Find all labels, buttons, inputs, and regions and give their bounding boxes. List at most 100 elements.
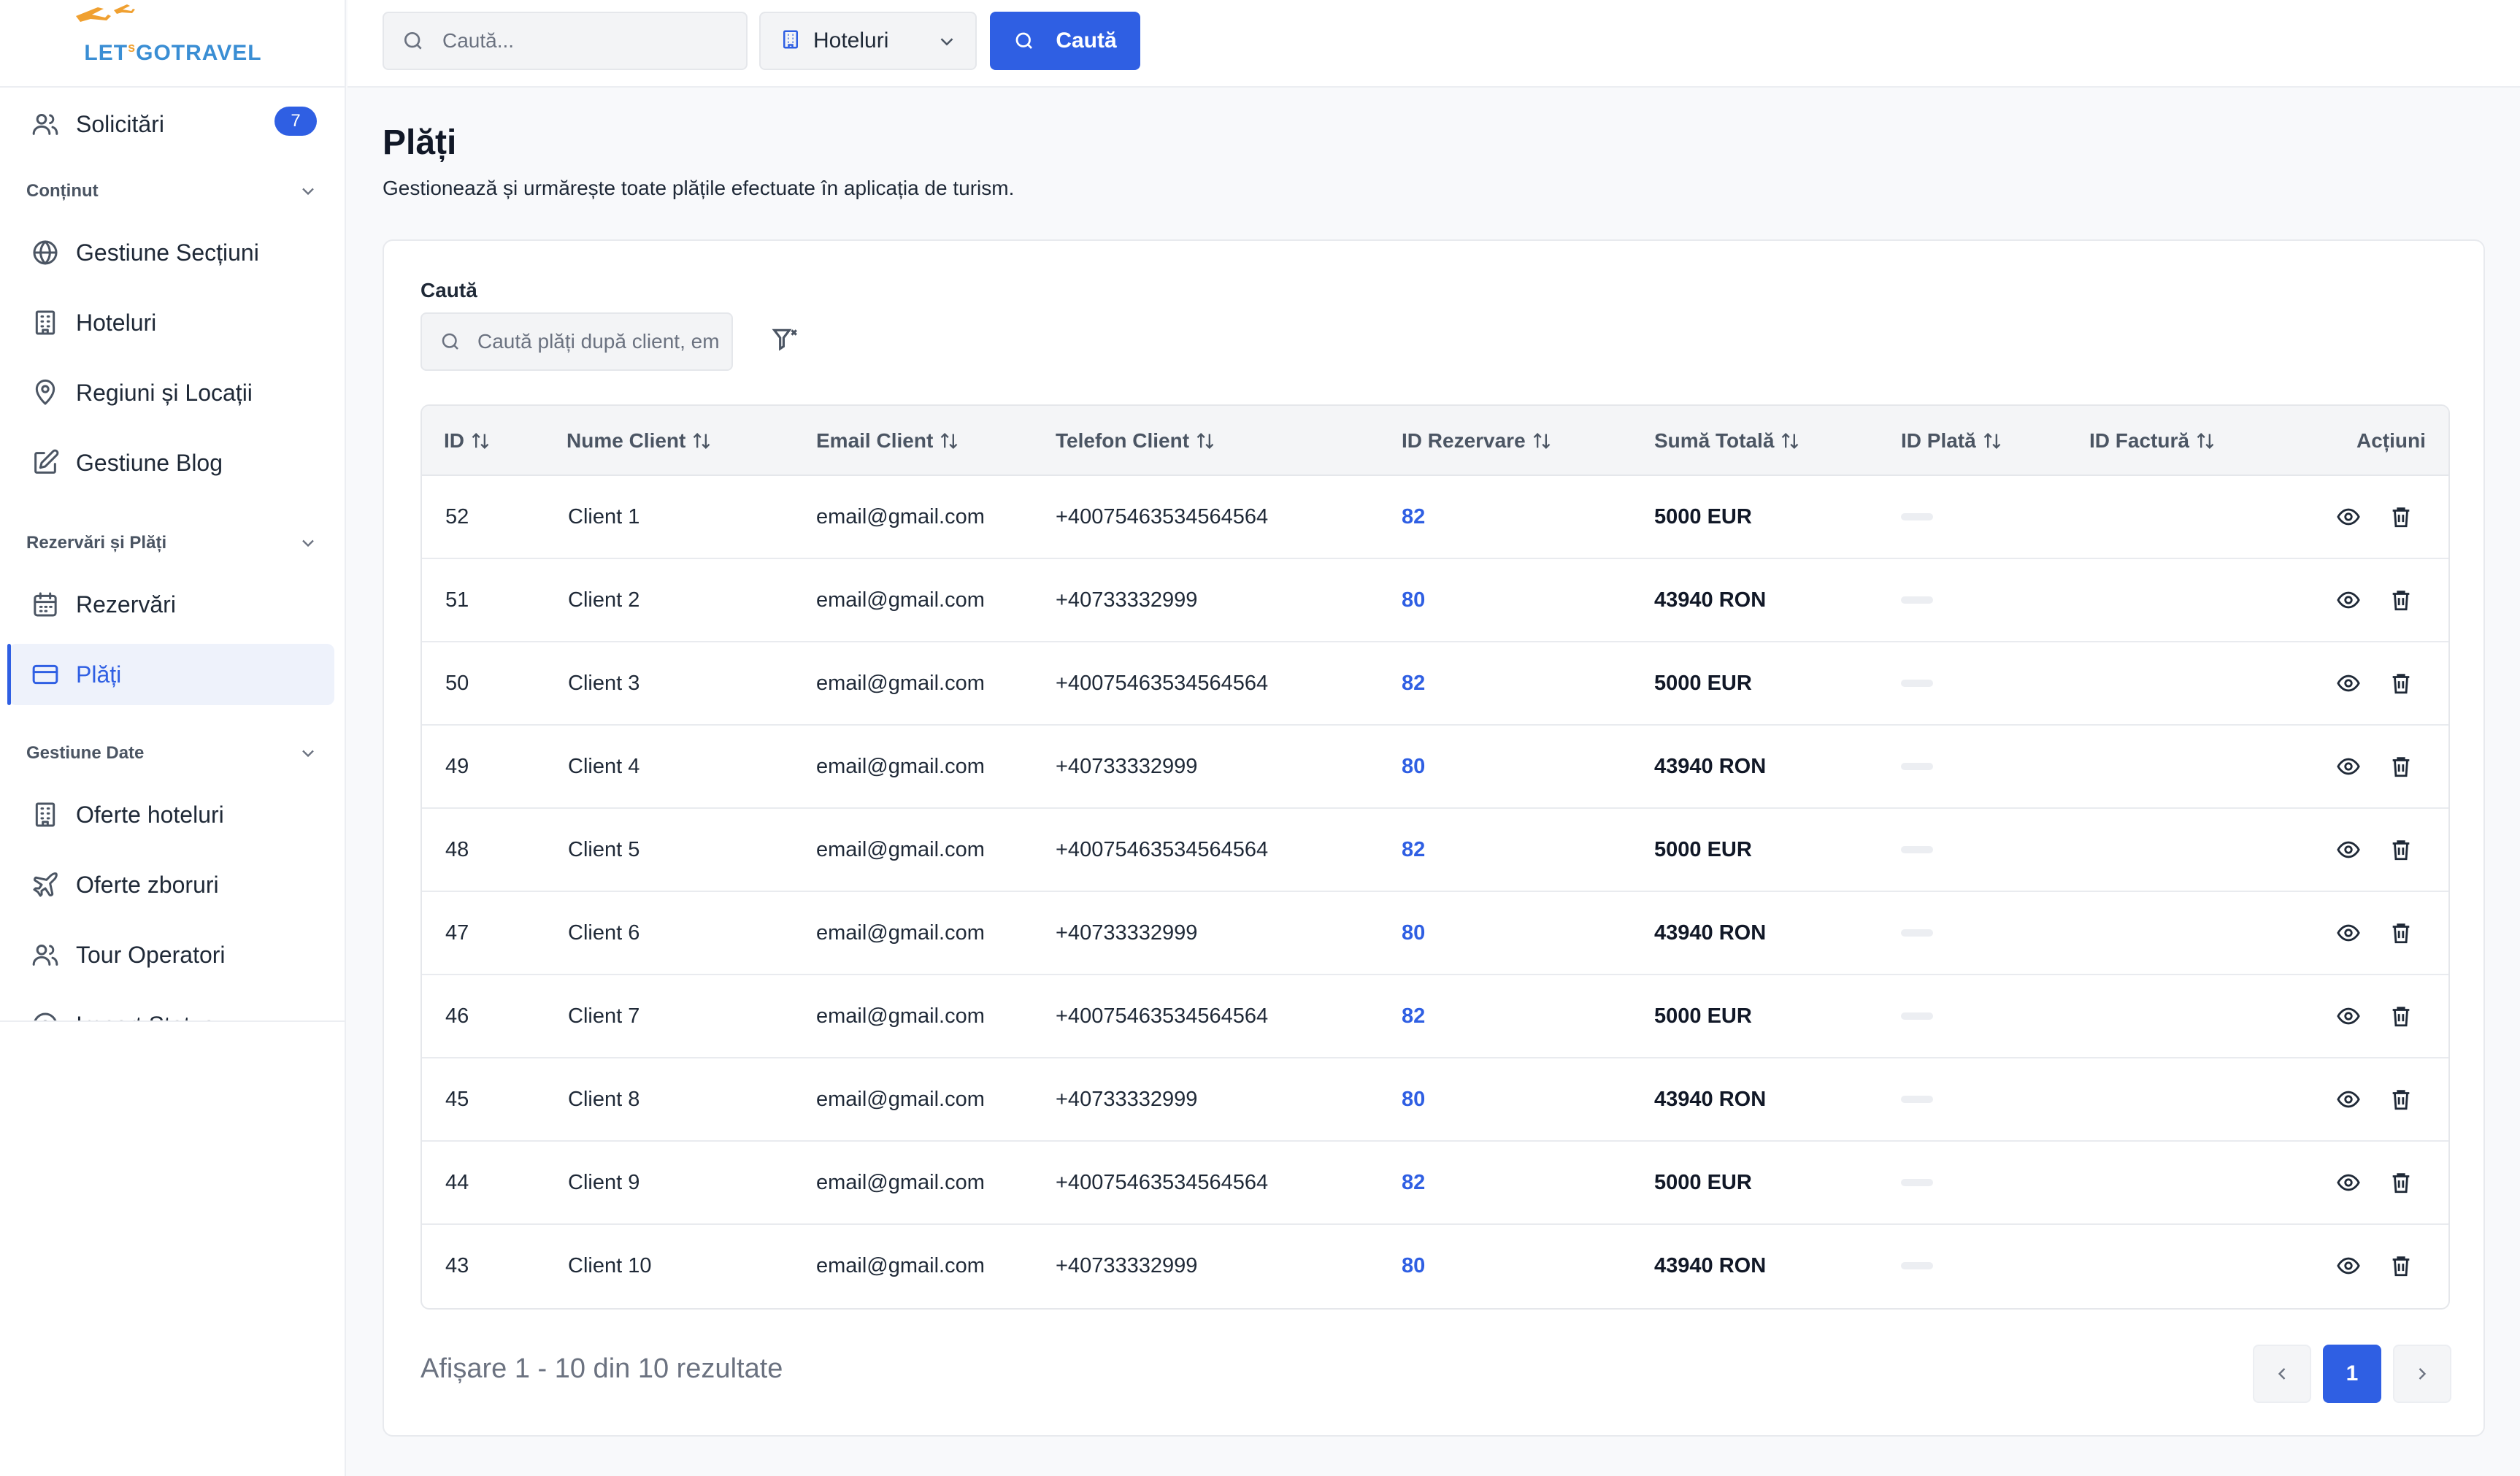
delete-button[interactable] [2389,1058,2413,1140]
search-button[interactable]: Caută [990,12,1140,70]
cell-email: email@gmail.com [816,1004,985,1028]
cell-plata [1901,892,1933,974]
column-header-telefon[interactable]: Telefon Client [1056,406,1215,476]
sidebar-item-plati[interactable]: Plăți [7,644,334,705]
delete-button[interactable] [2389,726,2413,807]
cell-rezervare-link[interactable]: 80 [1402,559,1425,641]
delete-button[interactable] [2389,809,2413,891]
cell-rezervare-link[interactable]: 82 [1402,642,1425,724]
sidebar-item-hoteluri[interactable]: Hoteluri [9,292,334,353]
cell-rezervare-link[interactable]: 80 [1402,726,1425,807]
nav-group-label: Rezervări și Plăți [26,533,167,553]
sidebar-item-solicitari[interactable]: Solicitări 7 [9,93,334,155]
cell-rezervare-link[interactable]: 82 [1402,1142,1425,1223]
global-search-field[interactable] [383,12,748,70]
previous-page-button[interactable] [2253,1345,2311,1403]
column-header-email[interactable]: Email Client [816,406,959,476]
view-button[interactable] [2336,476,2361,558]
view-button[interactable] [2336,726,2361,807]
cell-email: email@gmail.com [816,1253,985,1277]
sidebar-item-blog[interactable]: Gestiune Blog [9,432,334,493]
logo[interactable]: LETsGOTRAVEL [0,0,346,88]
view-button[interactable] [2336,1225,2361,1307]
filter-clear-icon [772,328,797,351]
clear-filter-button[interactable] [771,326,800,355]
table-row[interactable]: 43 Client 10 email@gmail.com +4073333299… [422,1225,2448,1308]
chevron-down-icon [302,539,314,547]
view-button[interactable] [2336,809,2361,891]
cell-rezervare-link[interactable]: 82 [1402,476,1425,558]
cell-rezervare-link[interactable]: 80 [1402,1225,1425,1307]
view-button[interactable] [2336,559,2361,641]
delete-button[interactable] [2389,559,2413,641]
trash-icon [2392,1173,2410,1194]
cell-id: 45 [445,1087,469,1111]
sidebar-item-gestiune-sectiuni[interactable]: Gestiune Secțiuni [9,222,334,283]
cell-suma: 5000 EUR [1654,504,1752,528]
cell-suma: 43940 RON [1654,588,1767,612]
cell-rezervare-link[interactable]: 82 [1402,975,1425,1057]
next-page-button[interactable] [2393,1345,2451,1403]
sidebar-item-rezervari[interactable]: Rezervări [9,574,334,635]
table-row[interactable]: 47 Client 6 email@gmail.com +40733332999… [422,892,2448,975]
delete-button[interactable] [2389,1142,2413,1223]
table-row[interactable]: 51 Client 2 email@gmail.com +40733332999… [422,559,2448,642]
view-button[interactable] [2336,642,2361,724]
column-header-suma[interactable]: Sumă Totală [1654,406,1800,476]
table-row[interactable]: 46 Client 7 email@gmail.com +40075463534… [422,975,2448,1058]
payments-search-input[interactable] [477,330,718,353]
cell-email: email@gmail.com [816,588,985,612]
delete-button[interactable] [2389,476,2413,558]
delete-button[interactable] [2389,975,2413,1057]
column-header-factura[interactable]: ID Factură [2089,406,2216,476]
sidebar-item-import-status[interactable]: Import Status [9,994,334,1021]
global-search-input[interactable] [442,29,720,53]
nav-group-gestiune-date[interactable]: Gestiune Date [26,739,318,768]
view-button[interactable] [2336,975,2361,1057]
sidebar-item-tour-operatori[interactable]: Tour Operatori [9,924,334,985]
trash-icon [2392,674,2410,694]
column-header-id[interactable]: ID [444,406,491,476]
sidebar-item-regiuni[interactable]: Regiuni și Locații [9,362,334,423]
nav-group-rezervari[interactable]: Rezervări și Plăți [26,528,318,558]
table-row[interactable]: 44 Client 9 email@gmail.com +40075463534… [422,1142,2448,1225]
table-row[interactable]: 49 Client 4 email@gmail.com +40733332999… [422,726,2448,809]
edit-icon [29,447,61,479]
view-button[interactable] [2336,892,2361,974]
building-icon [29,799,61,831]
table-row[interactable]: 50 Client 3 email@gmail.com +40075463534… [422,642,2448,726]
table-row[interactable]: 48 Client 5 email@gmail.com +40075463534… [422,809,2448,892]
cell-rezervare-link[interactable]: 80 [1402,892,1425,974]
view-button[interactable] [2336,1058,2361,1140]
delete-button[interactable] [2389,1225,2413,1307]
delete-button[interactable] [2389,642,2413,724]
sort-icon [1782,433,1799,449]
column-header-label: Telefon Client [1056,429,1190,452]
eye-icon [2337,591,2360,609]
page-button-current[interactable]: 1 [2323,1345,2381,1403]
sidebar-item-oferte-hoteluri[interactable]: Oferte hoteluri [9,784,334,845]
cell-suma: 43940 RON [1654,754,1767,778]
cell-id: 50 [445,671,469,695]
view-button[interactable] [2336,1142,2361,1223]
sidebar-item-oferte-zboruri[interactable]: Oferte zboruri [9,854,334,915]
column-header-plata[interactable]: ID Plată [1901,406,2002,476]
cell-nume: Client 2 [568,588,640,612]
payments-search-field[interactable] [420,312,733,371]
nav-group-continut[interactable]: Conținut [26,177,318,206]
cell-suma: 5000 EUR [1654,1170,1752,1194]
eye-icon [2337,674,2360,692]
column-header-label: ID Factură [2089,429,2189,452]
table-row[interactable]: 45 Client 8 email@gmail.com +40733332999… [422,1058,2448,1142]
cell-plata [1901,1058,1933,1140]
cell-rezervare-link[interactable]: 80 [1402,1058,1425,1140]
column-header-nume[interactable]: Nume Client [566,406,712,476]
table-row[interactable]: 52 Client 1 email@gmail.com +40075463534… [422,476,2448,559]
delete-button[interactable] [2389,892,2413,974]
cell-rezervare-link[interactable]: 82 [1402,809,1425,891]
logo-text: LETsGOTRAVEL [84,39,262,65]
column-header-rezervare[interactable]: ID Rezervare [1402,406,1552,476]
trash-icon [2392,1256,2410,1277]
sidebar-item-label: Import Status [76,1012,215,1021]
category-select[interactable]: Hoteluri [759,12,977,70]
